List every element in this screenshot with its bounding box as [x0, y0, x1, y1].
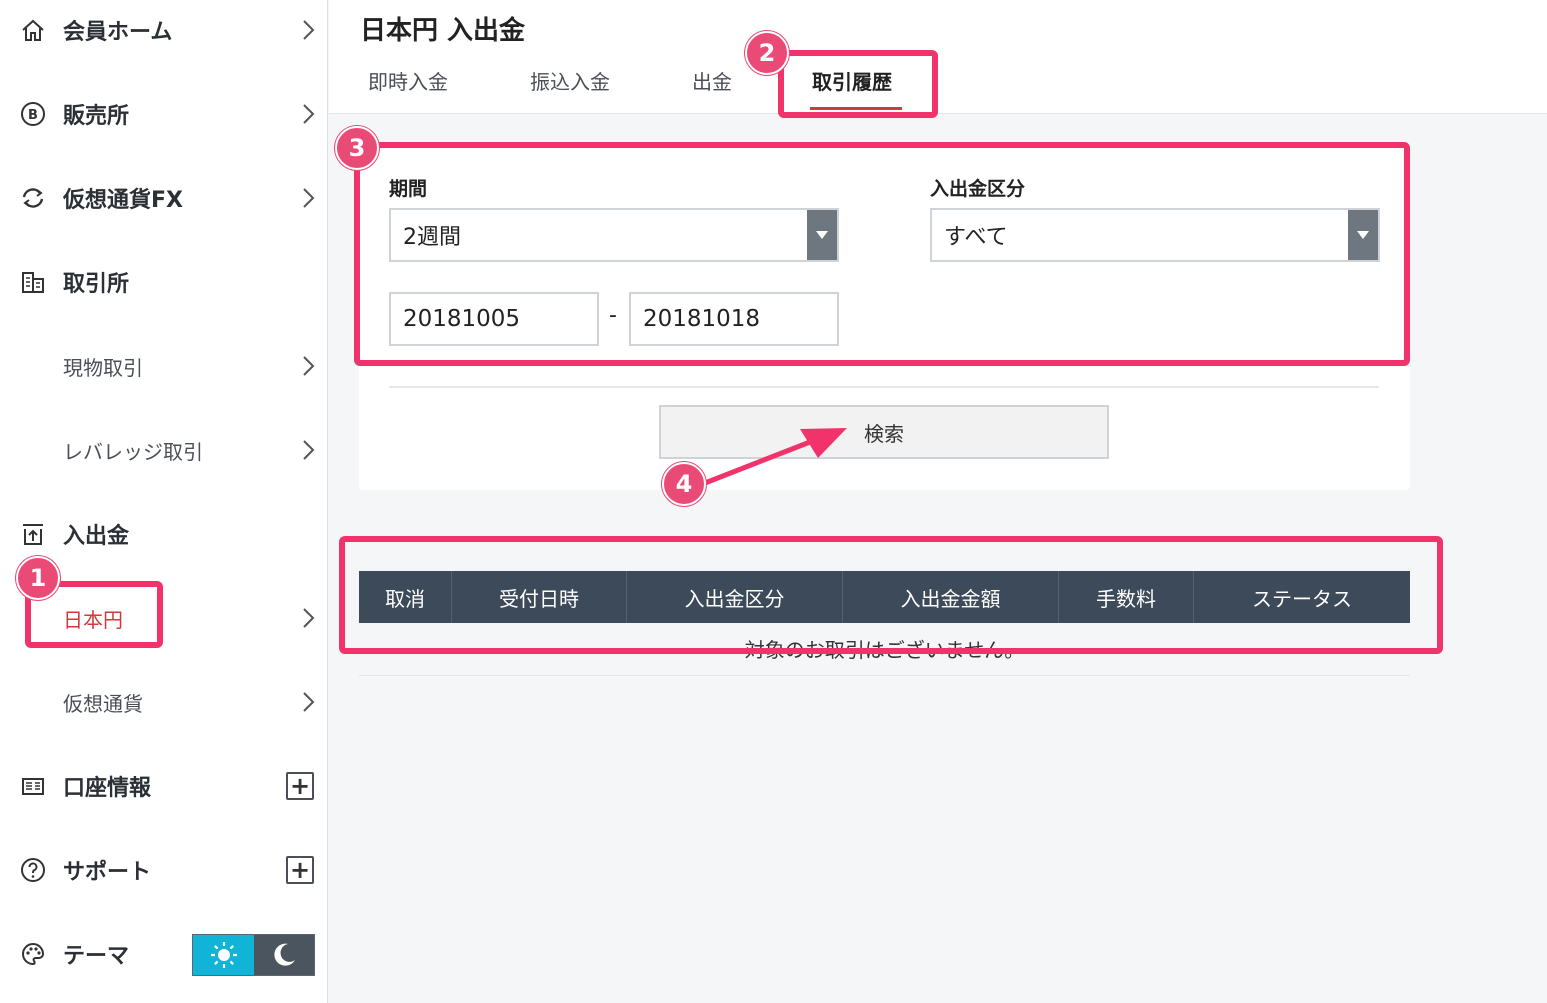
sidebar-item-label: 口座情報	[63, 776, 152, 801]
period-select-value: 2週間	[403, 225, 461, 250]
help-circle-icon	[20, 857, 46, 883]
sidebar: 会員ホーム B 販売所 仮想通貨FX 取引所 現物取引 レバレッジ取引 入出金	[0, 0, 328, 1003]
moon-icon	[274, 943, 296, 966]
chevron-right-icon	[303, 20, 315, 40]
sidebar-item-account-info[interactable]: 口座情報 +	[0, 744, 328, 828]
light-theme-button[interactable]	[193, 935, 255, 975]
period-select[interactable]: 2週間	[389, 208, 839, 262]
column-header-fee[interactable]: 手数料	[1059, 571, 1194, 623]
sidebar-item-exchange[interactable]: 取引所	[0, 240, 328, 324]
sidebar-item-crypto[interactable]: 仮想通貨	[0, 660, 328, 744]
dark-theme-button[interactable]	[254, 935, 314, 975]
home-icon	[20, 17, 46, 43]
date-from-input[interactable]	[389, 292, 599, 346]
annotation-badge-4: 4	[662, 462, 706, 506]
page-header: 日本円 入出金 即時入金 振込入金 出金 取引履歴	[329, 0, 1547, 114]
chevron-right-icon	[303, 608, 315, 628]
period-label: 期間	[389, 178, 428, 200]
annotation-badge-2: 2	[745, 31, 789, 75]
sidebar-item-label: 仮想通貨FX	[63, 188, 183, 213]
date-to-input[interactable]	[629, 292, 839, 346]
sidebar-item-leverage-trading[interactable]: レバレッジ取引	[0, 408, 328, 492]
sidebar-item-label: サポート	[63, 860, 152, 885]
sidebar-item-label: 会員ホーム	[63, 20, 173, 45]
sidebar-item-sales[interactable]: B 販売所	[0, 72, 328, 156]
column-header-type[interactable]: 入出金区分	[627, 571, 843, 623]
sidebar-item-label: 現物取引	[63, 355, 143, 380]
theme-toggle[interactable]	[192, 934, 315, 976]
sidebar-item-label: レバレッジ取引	[63, 439, 203, 464]
chevron-right-icon	[303, 440, 315, 460]
tab-instant-deposit[interactable]: 即時入金	[368, 66, 448, 110]
expand-plus-icon[interactable]: +	[286, 772, 314, 800]
column-header-cancel[interactable]: 取消	[359, 571, 452, 623]
results-table-header: 取消 受付日時 入出金区分 入出金金額 手数料 ステータス	[359, 571, 1410, 623]
tab-transaction-history[interactable]: 取引履歴	[810, 66, 902, 110]
sidebar-item-label: 仮想通貨	[63, 691, 143, 716]
bitcoin-icon: B	[20, 101, 46, 127]
divider	[389, 386, 1379, 388]
deposit-icon	[20, 521, 46, 547]
tab-bank-transfer-deposit[interactable]: 振込入金	[530, 66, 610, 110]
dropdown-arrow-icon	[807, 210, 837, 260]
type-select-value: すべて	[944, 225, 1008, 250]
sidebar-item-member-home[interactable]: 会員ホーム	[0, 0, 328, 72]
sidebar-item-label: 日本円	[63, 607, 123, 632]
annotation-badge-1: 1	[16, 556, 60, 600]
sidebar-item-label: 取引所	[63, 272, 130, 297]
type-select[interactable]: すべて	[930, 208, 1380, 262]
column-header-amount[interactable]: 入出金金額	[843, 571, 1059, 623]
chevron-right-icon	[303, 692, 315, 712]
annotation-badge-3: 3	[335, 126, 379, 170]
tab-withdrawal[interactable]: 出金	[692, 66, 732, 110]
palette-icon	[20, 941, 46, 967]
chevron-right-icon	[303, 356, 315, 376]
empty-results-message: 対象のお取引はございません。	[744, 638, 1025, 662]
exchange-arrows-icon	[20, 185, 46, 211]
divider	[359, 675, 1410, 676]
page-title: 日本円 入出金	[360, 16, 526, 46]
search-button[interactable]: 検索	[659, 405, 1109, 459]
column-header-received-at[interactable]: 受付日時	[452, 571, 627, 623]
type-label: 入出金区分	[930, 178, 1026, 200]
sidebar-item-crypto-fx[interactable]: 仮想通貨FX	[0, 156, 328, 240]
chevron-right-icon	[303, 104, 315, 124]
filter-panel: 期間 2週間 入出金区分 すべて - 検索	[359, 148, 1410, 490]
date-separator: -	[609, 303, 617, 328]
sidebar-item-spot-trading[interactable]: 現物取引	[0, 324, 328, 408]
sidebar-item-support[interactable]: サポート +	[0, 828, 328, 912]
main-content: 日本円 入出金 即時入金 振込入金 出金 取引履歴 期間 2週間 入出金区分 す…	[329, 0, 1547, 1003]
sidebar-item-label: 販売所	[63, 104, 130, 129]
svg-text:B: B	[28, 108, 38, 123]
column-header-status[interactable]: ステータス	[1194, 571, 1410, 623]
building-icon	[20, 269, 46, 295]
chevron-right-icon	[303, 188, 315, 208]
sidebar-item-label: 入出金	[63, 524, 130, 549]
sun-icon	[210, 942, 237, 968]
sidebar-item-label: テーマ	[63, 944, 130, 969]
account-card-icon	[20, 773, 46, 799]
expand-plus-icon[interactable]: +	[286, 856, 314, 884]
dropdown-arrow-icon	[1348, 210, 1378, 260]
